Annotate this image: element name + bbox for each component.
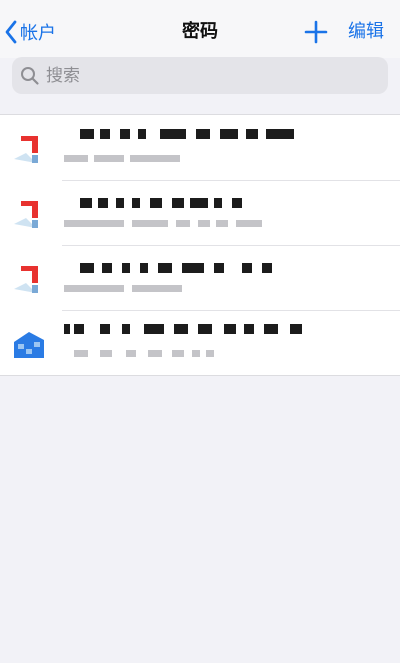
red-logo-icon (12, 198, 46, 230)
edit-button[interactable]: 编辑 (348, 18, 384, 46)
search-icon (21, 66, 39, 85)
page-title: 密码 (182, 21, 218, 42)
password-row[interactable] (0, 310, 400, 375)
red-logo-icon (12, 263, 46, 295)
password-row[interactable] (0, 180, 400, 245)
navigation-bar: 帐户 密码 编辑 (0, 0, 400, 58)
password-row[interactable] (0, 115, 400, 180)
red-logo-icon (12, 133, 46, 165)
search-bar[interactable] (12, 57, 388, 94)
password-list (0, 114, 400, 376)
add-button[interactable] (302, 18, 330, 46)
plus-icon (304, 20, 328, 44)
search-input[interactable] (44, 64, 368, 87)
blue-logo-icon (12, 328, 46, 360)
password-row[interactable] (0, 245, 400, 310)
